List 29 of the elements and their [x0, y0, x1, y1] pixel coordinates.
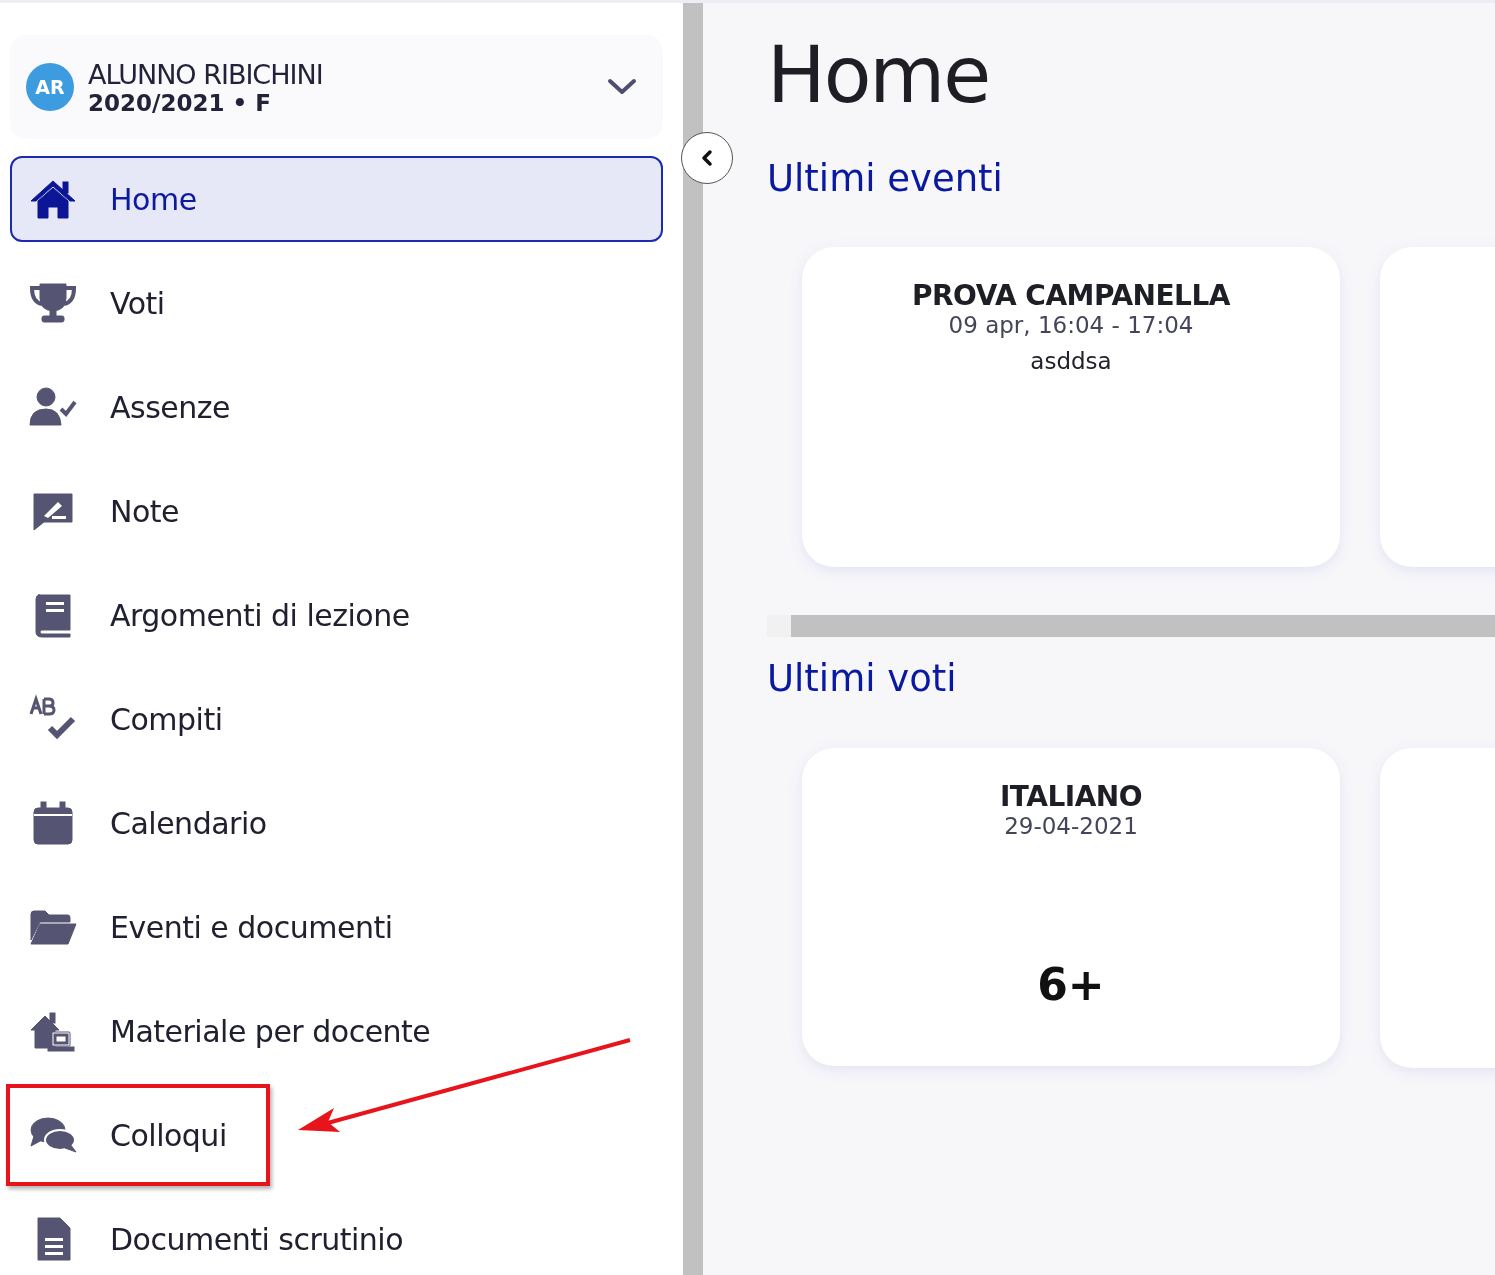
school-year: 2020/2021 • F	[88, 89, 272, 116]
event-description: asddsa	[1030, 348, 1112, 375]
sidebar-item[interactable]: Calendario	[10, 780, 663, 866]
sidebar-item[interactable]: Home	[10, 156, 663, 242]
grade-subject: ITALIANO	[999, 780, 1143, 814]
section-heading: Ultimi eventi	[767, 158, 1004, 200]
sidebar-item[interactable]: Colloqui	[10, 1092, 663, 1178]
chevron-left-icon	[700, 149, 714, 167]
sidebar-item[interactable]: Note	[10, 468, 663, 554]
grade-date: 29-04-2021	[1004, 813, 1138, 840]
grade-value: 6+	[1037, 959, 1105, 1011]
page-title: Home	[767, 33, 991, 119]
sidebar-item[interactable]: Voti	[10, 260, 663, 346]
sidebar-item[interactable]: Compiti	[10, 676, 663, 762]
event-time: 09 apr, 16:04 - 17:04	[948, 312, 1194, 339]
avatar-initials: AR	[26, 63, 74, 111]
sidebar-item[interactable]: Assenze	[10, 364, 663, 450]
chevron-down-icon[interactable]	[607, 78, 637, 96]
student-name: ALUNNO RIBICHINI	[88, 58, 324, 90]
sidebar-item[interactable]: Argomenti di lezione	[10, 572, 663, 658]
horizontal-scrollbar[interactable]	[767, 615, 1495, 638]
vertical-scrollbar[interactable]	[683, 3, 703, 1275]
sidebar-item[interactable]: Materiale per docente	[10, 988, 663, 1074]
grade-card[interactable]: ITALIANO 29-04-2021 6+	[802, 748, 1340, 1067]
sidebar-item[interactable]: Eventi e documenti	[10, 884, 663, 970]
sidebar-item[interactable]: Documenti scrutinio	[10, 1196, 663, 1275]
event-title: PROVA CAMPANELLA	[912, 279, 1230, 313]
section-heading: Ultimi voti	[767, 659, 958, 701]
event-card[interactable]: PROVA CAMPANELLA 09 apr, 16:04 - 17:04 asddsa	[802, 247, 1340, 568]
